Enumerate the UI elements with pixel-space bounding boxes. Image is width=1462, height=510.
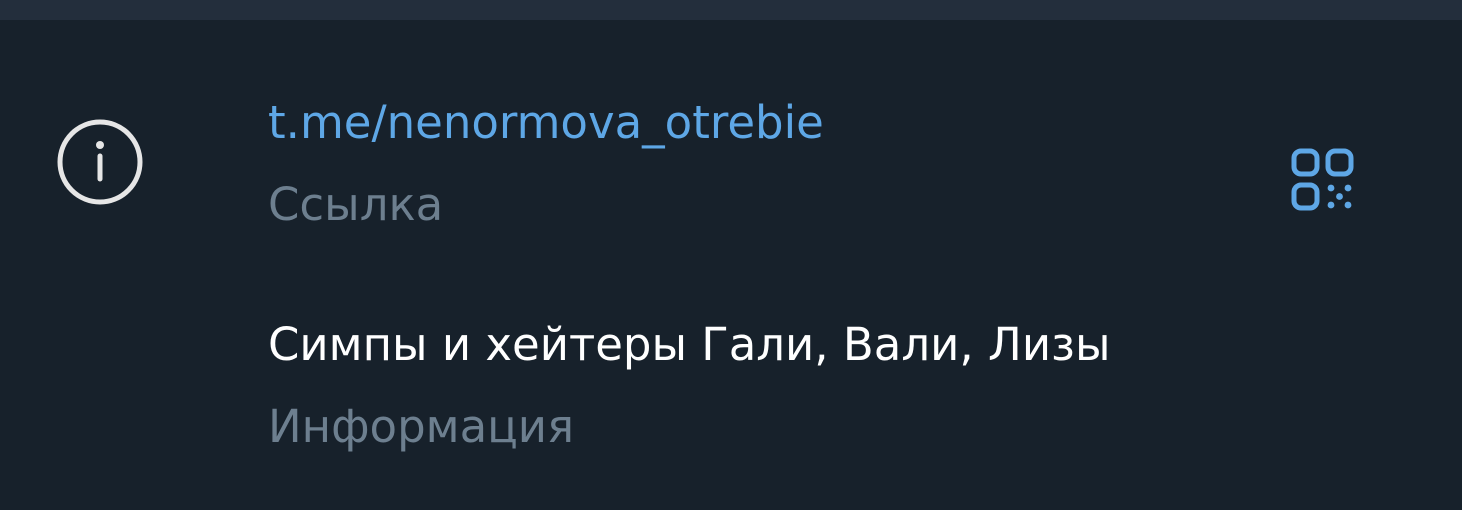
qr-code-button[interactable] <box>1284 140 1360 216</box>
info-section: t.me/nenormova_otrebie Ссылка Симпы и хе… <box>0 20 1462 510</box>
channel-about-row: Симпы и хейтеры Гали, Вали, Лизы Информа… <box>268 315 1368 457</box>
channel-about-caption: Информация <box>268 400 575 453</box>
channel-link-row[interactable]: t.me/nenormova_otrebie Ссылка <box>268 93 1228 235</box>
channel-link[interactable]: t.me/nenormova_otrebie <box>268 93 1228 153</box>
channel-link-caption: Ссылка <box>268 178 444 231</box>
info-icon <box>56 118 144 206</box>
channel-about-text: Симпы и хейтеры Гали, Вали, Лизы <box>268 318 1111 371</box>
section-divider <box>0 0 1462 20</box>
qr-code-icon <box>1284 140 1360 216</box>
